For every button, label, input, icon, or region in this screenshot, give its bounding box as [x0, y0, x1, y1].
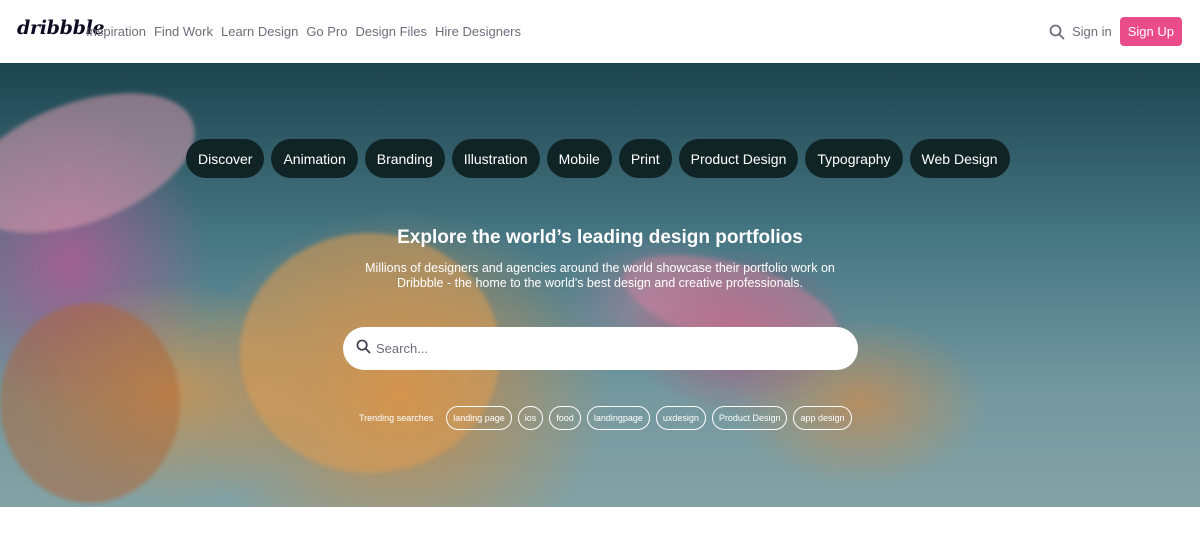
hero-search-bar[interactable] — [343, 327, 858, 370]
trending-tag-landingpage[interactable]: landingpage — [586, 406, 650, 430]
search-icon — [356, 339, 371, 359]
nav-link-go-pro[interactable]: Go Pro — [306, 24, 347, 39]
trending-tag-product-design[interactable]: Product Design — [711, 406, 788, 430]
category-illustration[interactable]: Illustration — [451, 139, 540, 178]
trending-tag-ios[interactable]: ios — [517, 406, 544, 430]
top-navbar: dribbble Inspiration Find Work Learn Des… — [0, 0, 1200, 63]
primary-nav: Inspiration Find Work Learn Design Go Pr… — [86, 24, 521, 39]
search-input[interactable] — [376, 341, 816, 356]
category-discover[interactable]: Discover — [186, 139, 265, 178]
nav-actions: Sign in Sign Up — [1048, 17, 1182, 46]
category-typography[interactable]: Typography — [805, 139, 903, 178]
trending-tag-food[interactable]: food — [549, 406, 581, 430]
trending-label: Trending searches — [359, 413, 434, 423]
hero-subline: Millions of designers and agencies aroun… — [365, 261, 835, 290]
hero-headline: Explore the world’s leading design portf… — [397, 227, 803, 248]
nav-link-inspiration[interactable]: Inspiration — [86, 24, 146, 39]
search-icon[interactable] — [1048, 23, 1066, 41]
category-web-design[interactable]: Web Design — [909, 139, 1010, 178]
category-branding[interactable]: Branding — [364, 139, 445, 178]
nav-link-find-work[interactable]: Find Work — [154, 24, 213, 39]
sign-in-link[interactable]: Sign in — [1072, 24, 1112, 39]
nav-link-hire-designers[interactable]: Hire Designers — [435, 24, 521, 39]
trending-tag-app-design[interactable]: app design — [793, 406, 852, 430]
category-animation[interactable]: Animation — [271, 139, 358, 178]
category-print[interactable]: Print — [618, 139, 672, 178]
sign-up-button[interactable]: Sign Up — [1119, 17, 1182, 46]
trending-tag-landing-page[interactable]: landing page — [446, 406, 512, 430]
category-mobile[interactable]: Mobile — [546, 139, 612, 178]
hero-banner: Discover Animation Branding Illustration… — [0, 63, 1200, 507]
category-pills: Discover Animation Branding Illustration… — [186, 139, 1010, 178]
nav-link-design-files[interactable]: Design Files — [356, 24, 428, 39]
trending-searches: Trending searches landing page ios food … — [359, 406, 852, 430]
category-product-design[interactable]: Product Design — [678, 139, 799, 178]
nav-link-learn-design[interactable]: Learn Design — [221, 24, 298, 39]
trending-tag-uxdesign[interactable]: uxdesign — [655, 406, 706, 430]
